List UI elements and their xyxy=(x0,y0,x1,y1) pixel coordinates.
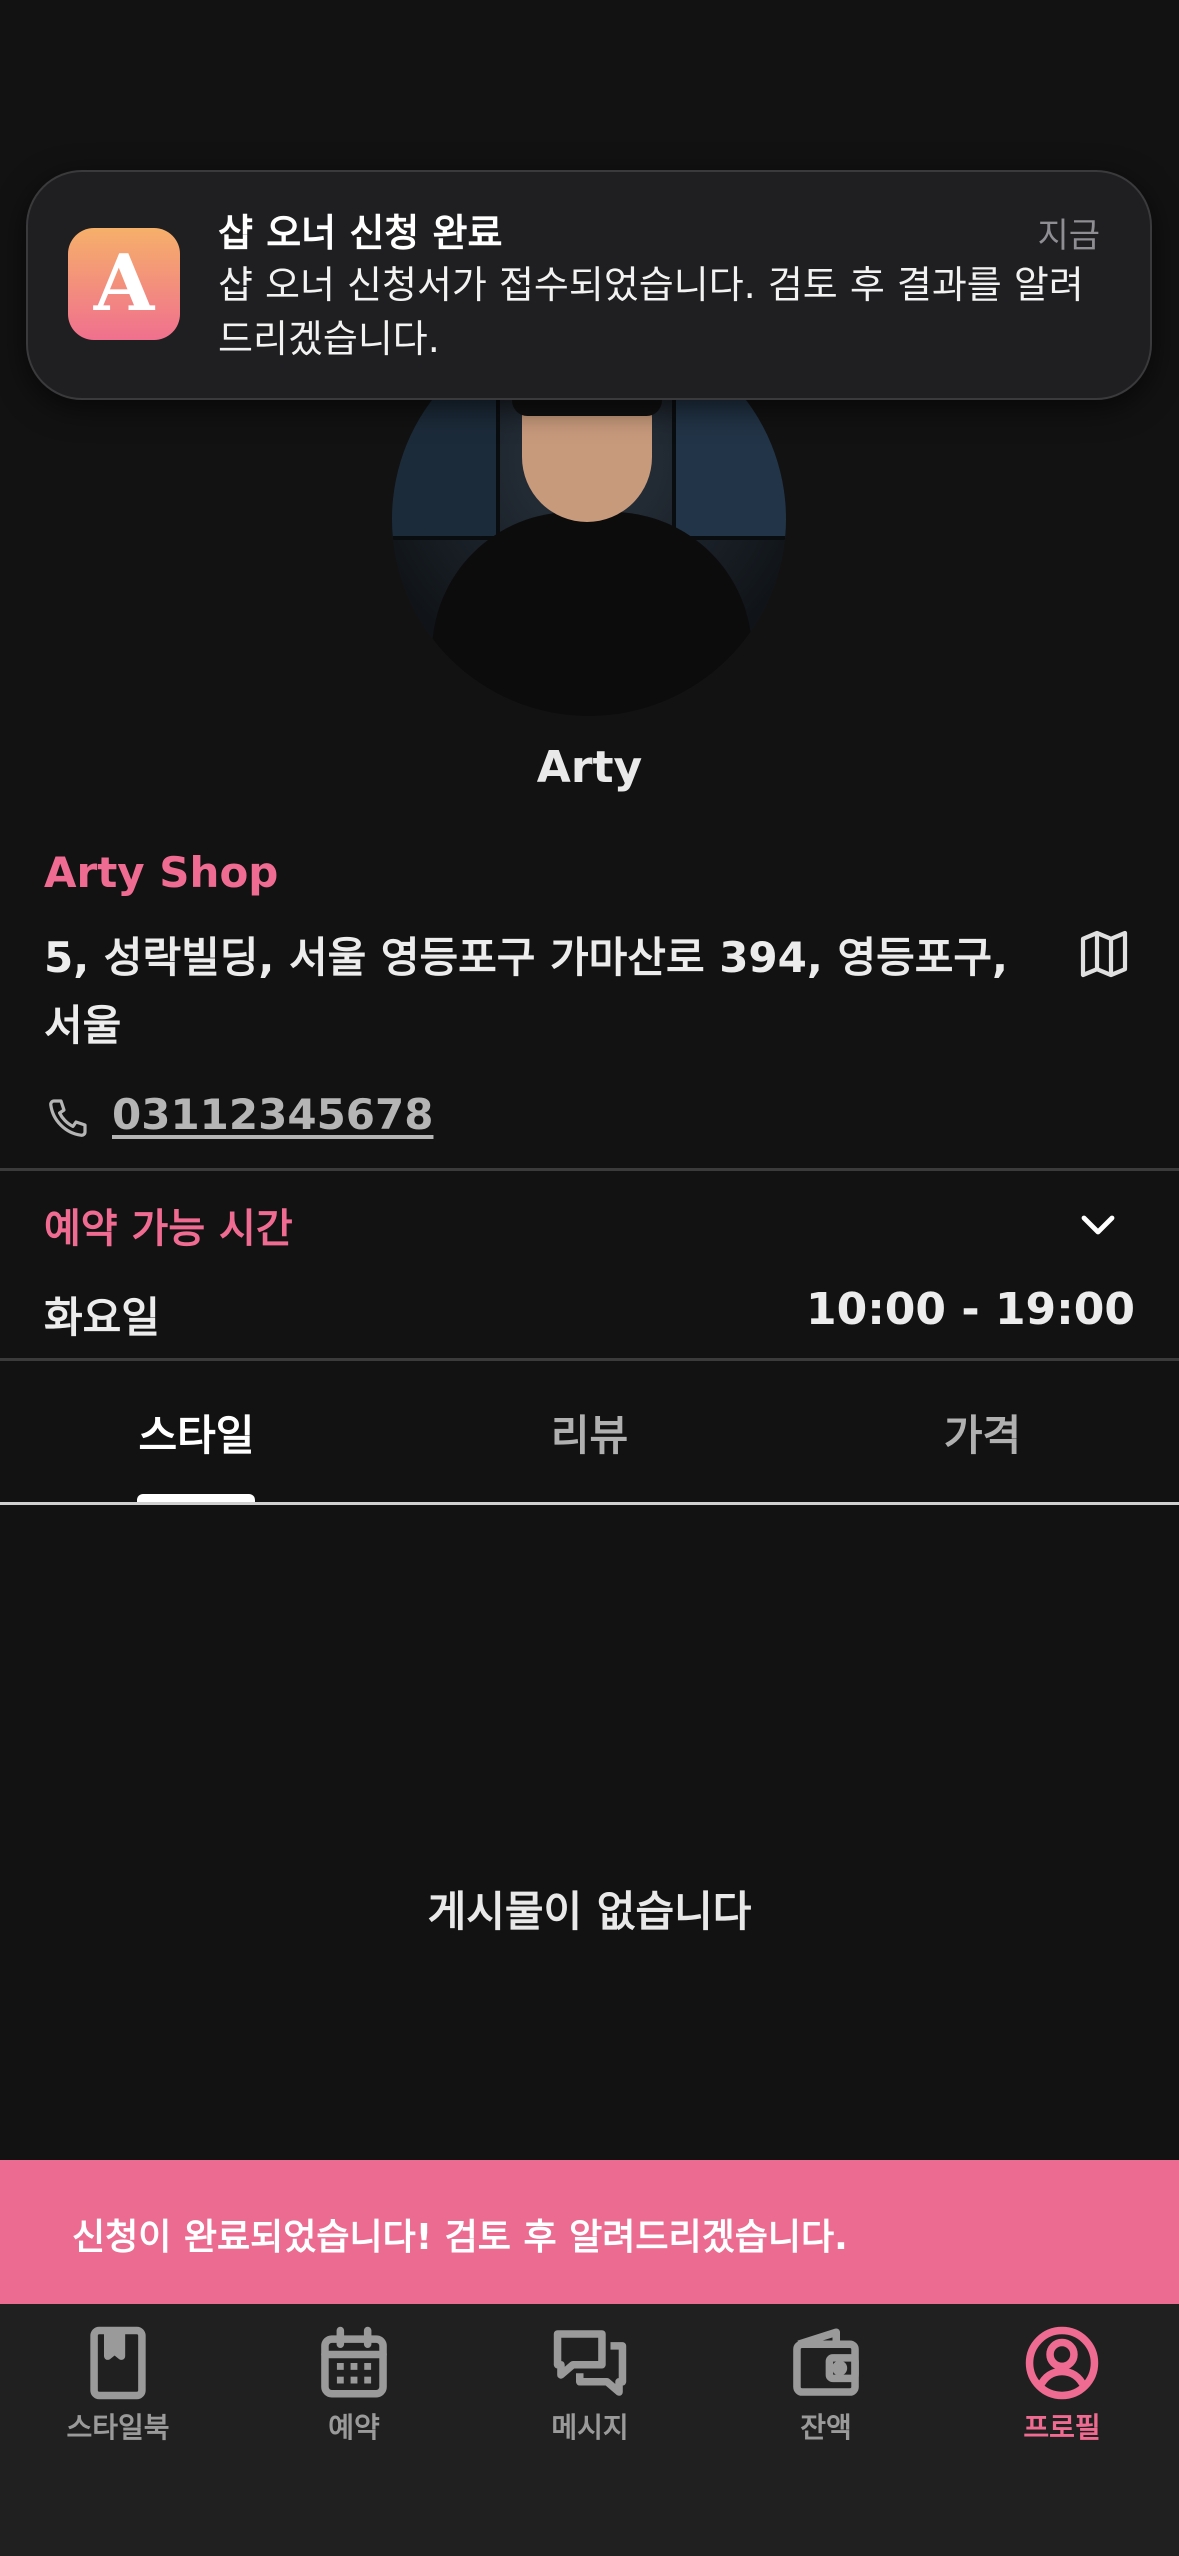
profile-name: Arty xyxy=(536,742,643,793)
nav-item-balance[interactable]: 잔액 xyxy=(708,2322,944,2446)
notification-time: 지금 xyxy=(1037,216,1100,256)
nav-label-balance: 잔액 xyxy=(800,2411,852,2444)
divider xyxy=(0,1168,1179,1171)
notification-title: 샵 오너 신청 완료 xyxy=(218,211,503,255)
nav-label-profile: 프로필 xyxy=(1023,2411,1101,2444)
hours-title: 예약 가능 시간 xyxy=(44,1206,293,1252)
tab-price[interactable]: 가격 xyxy=(786,1402,1179,1463)
nav-label-stylebook: 스타일북 xyxy=(66,2411,170,2444)
app-icon: A xyxy=(68,228,180,340)
bottom-navigation: 스타일북 예약 메시지 잔액 프로필 xyxy=(0,2304,1179,2556)
nav-label-reservation: 예약 xyxy=(328,2411,380,2444)
push-notification[interactable]: A 샵 오너 신청 완료 지금 샵 오너 신청서가 접수되었습니다. 검토 후 … xyxy=(26,170,1152,400)
profile-icon xyxy=(1025,2326,1099,2400)
map-icon[interactable] xyxy=(1076,926,1132,982)
calendar-icon xyxy=(321,2326,387,2398)
nav-item-stylebook[interactable]: 스타일북 xyxy=(0,2322,236,2446)
hours-time: 10:00 - 19:00 xyxy=(805,1284,1135,1335)
nav-item-messages[interactable]: 메시지 xyxy=(472,2322,708,2446)
chat-bubbles-icon xyxy=(553,2330,627,2396)
hours-day: 화요일 xyxy=(44,1293,160,1342)
empty-state-message: 게시물이 없습니다 xyxy=(427,1887,752,1936)
phone-icon xyxy=(49,1099,87,1137)
chevron-down-icon[interactable] xyxy=(1074,1200,1122,1248)
wallet-icon xyxy=(793,2328,859,2396)
nav-label-messages: 메시지 xyxy=(551,2411,629,2444)
shop-name: Arty Shop xyxy=(44,848,279,897)
nav-item-profile[interactable]: 프로필 xyxy=(944,2322,1179,2446)
toast-snackbar: 신청이 완료되었습니다! 검토 후 알려드리겠습니다. xyxy=(0,2160,1179,2304)
bookmark-book-icon xyxy=(90,2326,146,2400)
shop-phone-link[interactable]: 03112345678 xyxy=(112,1090,433,1139)
shop-address: 5, 성락빌딩, 서울 영등포구 가마산로 394, 영등포구, 서울 xyxy=(44,933,1008,1050)
toast-message: 신청이 완료되었습니다! 검토 후 알려드리겠습니다. xyxy=(72,2217,848,2258)
divider xyxy=(0,1358,1179,1361)
tab-style[interactable]: 스타일 xyxy=(0,1402,393,1463)
tabs-divider xyxy=(0,1502,1179,1505)
notification-body: 샵 오너 신청서가 접수되었습니다. 검토 후 결과를 알려드리겠습니다. xyxy=(218,263,1084,361)
tab-review[interactable]: 리뷰 xyxy=(393,1402,786,1463)
nav-item-reservation[interactable]: 예약 xyxy=(236,2322,472,2446)
